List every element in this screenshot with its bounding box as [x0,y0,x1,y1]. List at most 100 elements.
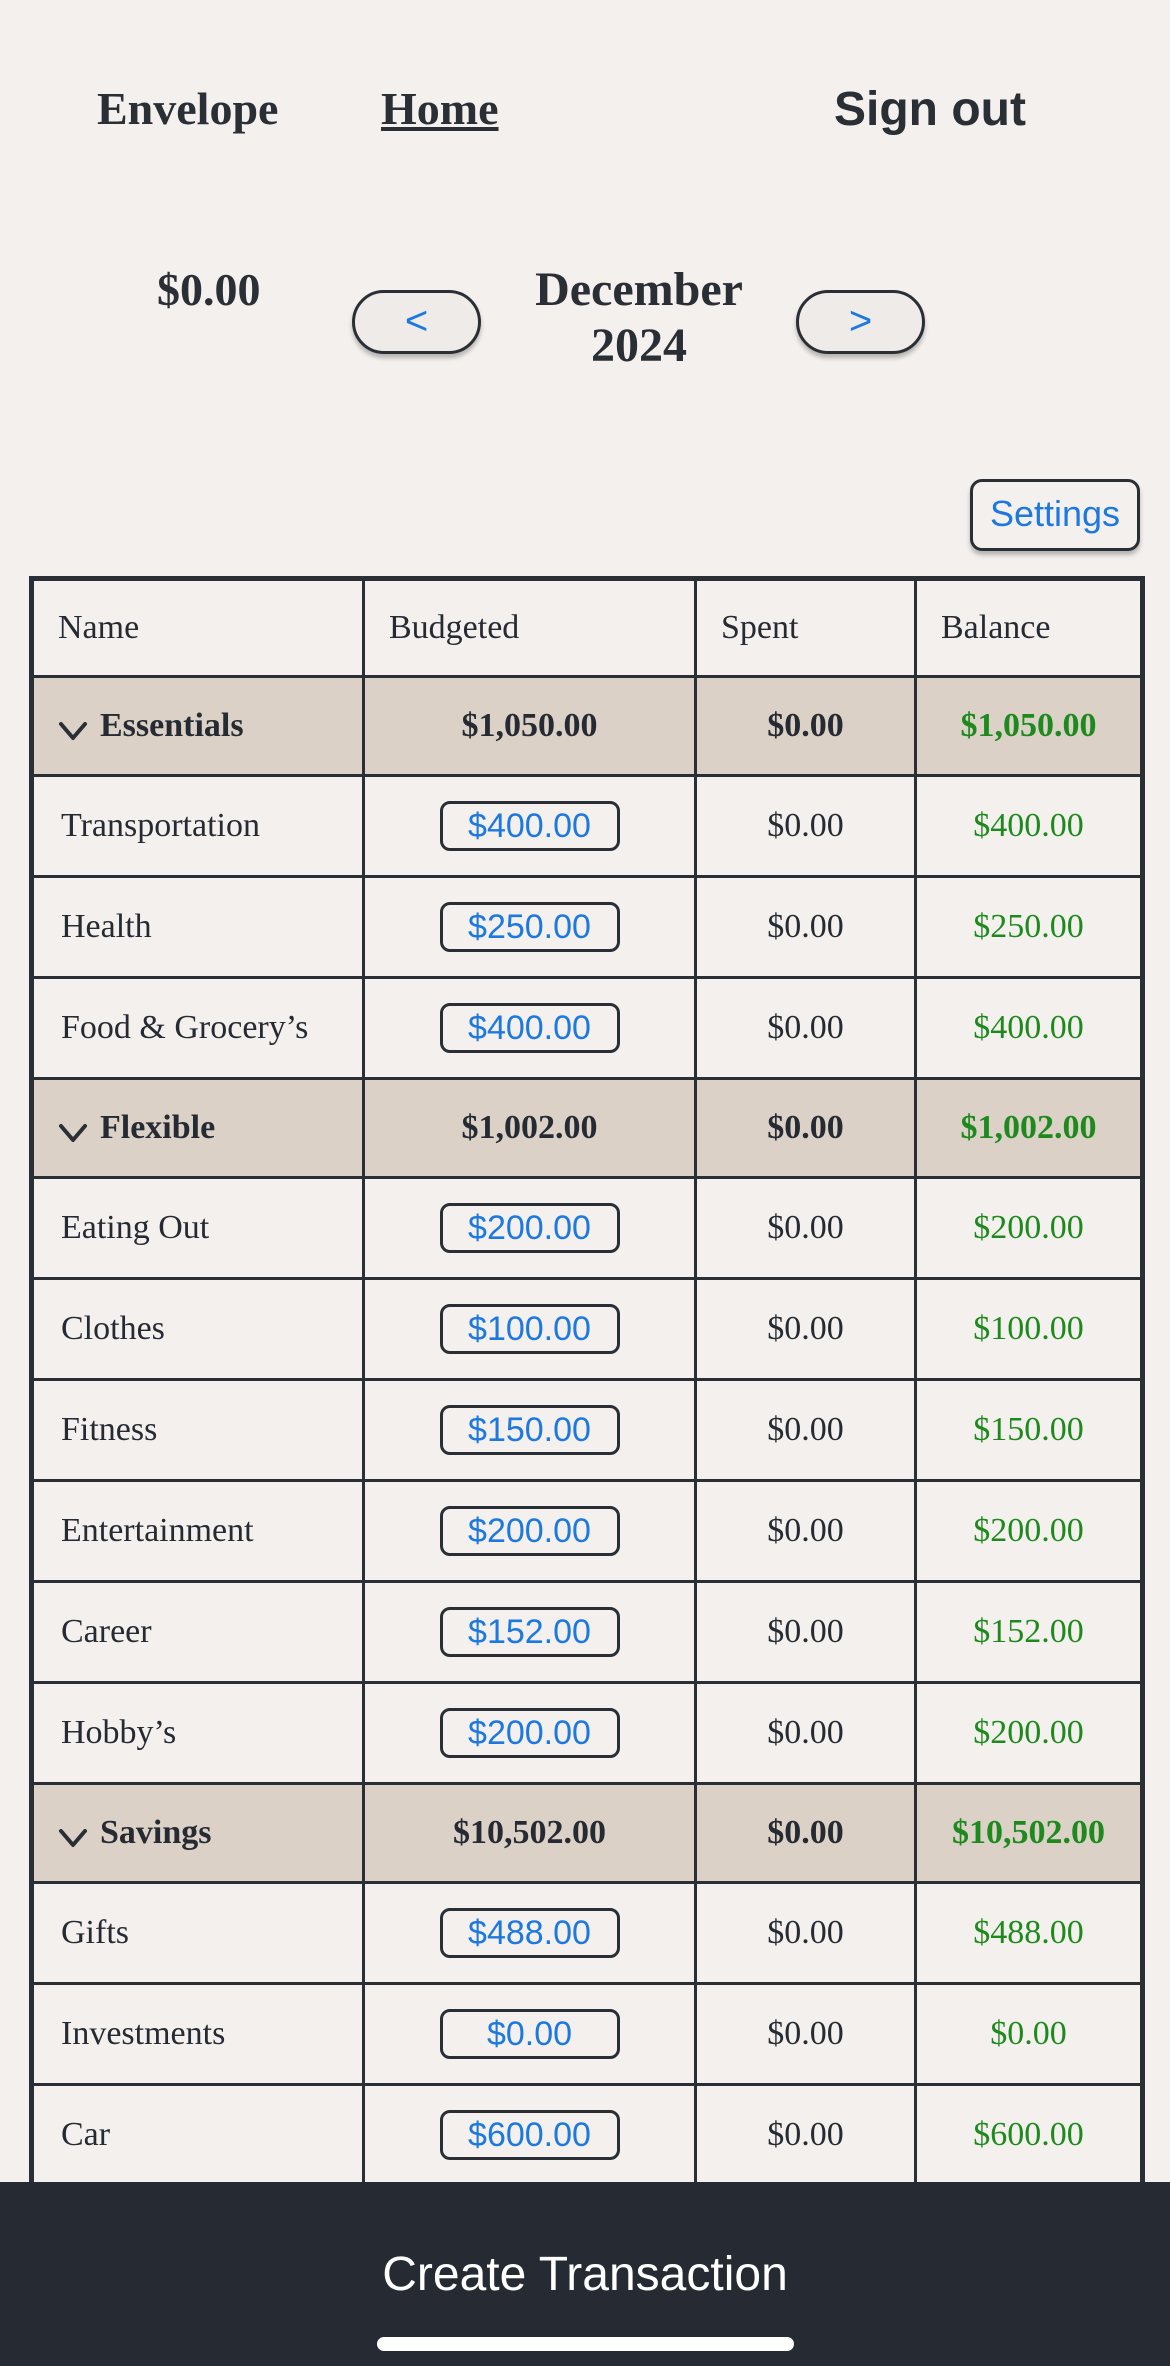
category-name: Clothes [30,1277,365,1381]
header-balance: Balance [914,577,1144,678]
chevron-down-icon[interactable] [58,1117,88,1143]
spent-cell: $0.00 [694,1681,917,1785]
balance-cell: $100.00 [914,1277,1144,1381]
group-name-cell[interactable]: Essentials [30,675,365,777]
top-nav: Envelope Home Sign out [0,0,1170,220]
balance-cell: $0.00 [914,1982,1144,2086]
header-spent: Spent [694,577,917,678]
budgeted-cell: $600.00 [362,2083,697,2187]
spent-cell: $0.00 [694,1378,917,1482]
balance-cell: $200.00 [914,1681,1144,1785]
settings-button[interactable]: Settings [970,479,1140,551]
balance-cell: $150.00 [914,1378,1144,1482]
budgeted-amount-input[interactable]: $600.00 [439,2109,620,2160]
table-row: Entertainment $200.00 $0.00 $200.00 [30,1479,1144,1583]
category-name: Investments [30,1982,365,2086]
group-row-flexible[interactable]: Flexible $1,002.00 $0.00 $1,002.00 [30,1077,1144,1179]
group-balance: $1,002.00 [914,1077,1144,1179]
brand-title: Envelope [97,83,279,134]
balance-cell: $600.00 [914,2083,1144,2187]
balance-cell: $200.00 [914,1479,1144,1583]
group-name: Essentials [100,707,244,744]
budgeted-cell: $0.00 [362,1982,697,2086]
table-row: Eating Out $200.00 $0.00 $200.00 [30,1176,1144,1280]
group-name: Flexible [100,1109,216,1146]
category-name: Health [30,875,365,979]
budgeted-amount-input[interactable]: $250.00 [439,902,620,952]
group-budgeted: $1,002.00 [362,1077,697,1179]
chevron-down-icon[interactable] [58,715,88,741]
spent-cell: $0.00 [694,976,917,1080]
table-body: Essentials $1,050.00 $0.00 $1,050.00 Transpo… [30,675,1144,2187]
table-row: Transportation $400.00 $0.00 $400.00 [30,774,1144,878]
group-row-essentials[interactable]: Essentials $1,050.00 $0.00 $1,050.00 [30,675,1144,777]
previous-month-button[interactable]: < [352,290,481,354]
table-row: Food & Grocery’s $400.00 $0.00 $400.00 [30,976,1144,1080]
sign-out-button[interactable]: Sign out [834,82,1026,137]
budgeted-amount-input[interactable]: $0.00 [439,2009,620,2059]
table-row: Hobby’s $200.00 $0.00 $200.00 [30,1681,1144,1785]
total-amount: $0.00 [157,264,261,315]
budget-table: Name Budgeted Spent Balance Essentials $1… [29,576,1145,2188]
category-name: Transportation [30,774,365,878]
table-row: Investments $0.00 $0.00 $0.00 [30,1982,1144,2086]
group-name-cell[interactable]: Flexible [30,1077,365,1179]
spent-cell: $0.00 [694,1881,917,1985]
budgeted-cell: $250.00 [362,875,697,979]
spent-cell: $0.00 [694,774,917,878]
group-spent: $0.00 [694,675,917,777]
next-month-button[interactable]: > [796,290,925,354]
balance-cell: $250.00 [914,875,1144,979]
group-balance: $1,050.00 [914,675,1144,777]
budgeted-cell: $400.00 [362,774,697,878]
spent-cell: $0.00 [694,1277,917,1381]
bottom-bar: Create Transaction [0,2182,1170,2366]
category-name: Gifts [30,1881,365,1985]
budgeted-amount-input[interactable]: $152.00 [439,1607,620,1657]
group-budgeted: $1,050.00 [362,675,697,777]
balance-cell: $400.00 [914,774,1144,878]
balance-cell: $200.00 [914,1176,1144,1280]
spent-cell: $0.00 [694,2083,917,2187]
budgeted-amount-input[interactable]: $150.00 [439,1405,620,1455]
home-link[interactable]: Home [381,82,499,135]
spent-cell: $0.00 [694,1479,917,1583]
group-budgeted: $10,502.00 [362,1782,697,1884]
home-indicator [377,2337,794,2351]
table-header-row: Name Budgeted Spent Balance [30,577,1144,678]
category-name: Hobby’s [30,1681,365,1785]
budgeted-amount-input[interactable]: $200.00 [439,1203,620,1253]
budgeted-amount-input[interactable]: $400.00 [439,1003,620,1053]
month-label: December 2024 [520,262,758,374]
budgeted-amount-input[interactable]: $400.00 [439,801,620,851]
group-spent: $0.00 [694,1077,917,1179]
group-row-savings[interactable]: Savings $10,502.00 $0.00 $10,502.00 [30,1782,1144,1884]
month-year: 2024 [591,319,687,372]
spent-cell: $0.00 [694,875,917,979]
chevron-down-icon[interactable] [58,1822,88,1848]
budgeted-amount-input[interactable]: $488.00 [439,1908,620,1958]
budgeted-amount-input[interactable]: $200.00 [439,1506,620,1556]
table-row: Career $152.00 $0.00 $152.00 [30,1580,1144,1684]
table-row: Clothes $100.00 $0.00 $100.00 [30,1277,1144,1381]
header-budgeted: Budgeted [362,577,697,678]
create-transaction-button[interactable]: Create Transaction [0,2247,1170,2302]
table-row: Health $250.00 $0.00 $250.00 [30,875,1144,979]
budgeted-amount-input[interactable]: $100.00 [439,1304,620,1354]
balance-cell: $152.00 [914,1580,1144,1684]
month-name: December [535,263,743,316]
category-name: Fitness [30,1378,365,1482]
budgeted-cell: $488.00 [362,1881,697,1985]
group-spent: $0.00 [694,1782,917,1884]
table-row: Fitness $150.00 $0.00 $150.00 [30,1378,1144,1482]
spent-cell: $0.00 [694,1176,917,1280]
budgeted-cell: $150.00 [362,1378,697,1482]
category-name: Career [30,1580,365,1684]
budgeted-cell: $200.00 [362,1479,697,1583]
group-name-cell[interactable]: Savings [30,1782,365,1884]
budgeted-amount-input[interactable]: $200.00 [439,1708,620,1758]
category-name: Food & Grocery’s [30,976,365,1080]
group-name: Savings [100,1814,212,1851]
budgeted-cell: $400.00 [362,976,697,1080]
balance-cell: $400.00 [914,976,1144,1080]
